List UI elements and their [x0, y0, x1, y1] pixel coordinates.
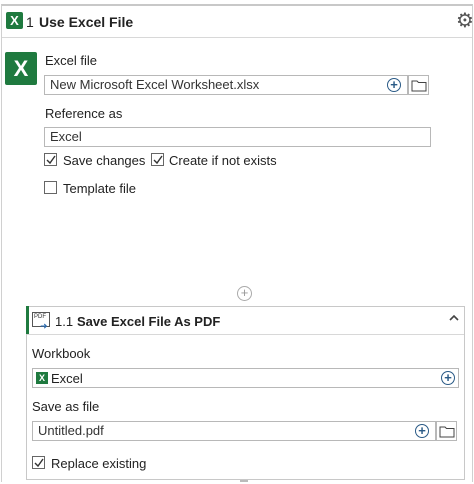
add-variable-icon[interactable]: + [415, 424, 429, 438]
activity-number: 1 [26, 14, 34, 30]
child-activity-number: 1.1 [55, 314, 74, 329]
save-excel-as-pdf-activity [26, 306, 465, 480]
gear-icon[interactable]: ⚙ [455, 11, 474, 31]
inner-header-divider [27, 334, 464, 335]
add-variable-icon[interactable]: + [441, 371, 455, 385]
excel-icon: X [36, 372, 48, 384]
add-activity-icon[interactable]: + [237, 286, 252, 301]
template-file-label: Template file [63, 181, 136, 196]
check-icon [153, 155, 163, 165]
check-icon [34, 458, 44, 468]
browse-folder-button[interactable] [436, 421, 457, 441]
create-if-not-exists-checkbox[interactable] [151, 153, 164, 166]
replace-existing-label: Replace existing [51, 456, 147, 471]
workbook-field[interactable] [32, 368, 459, 388]
activity-title[interactable]: Use Excel File [39, 14, 133, 30]
header-divider [2, 37, 472, 38]
save-as-field[interactable]: Untitled.pdf [32, 421, 436, 441]
reference-field[interactable]: Excel [44, 127, 431, 147]
excel-file-label: Excel file [45, 53, 98, 68]
excel-file-value: New Microsoft Excel Worksheet.xlsx [50, 77, 260, 92]
workbook-value: Excel [51, 371, 83, 386]
save-changes-label: Save changes [63, 153, 146, 168]
resize-handle[interactable] [240, 480, 248, 482]
workbook-label: Workbook [32, 346, 91, 361]
folder-icon [411, 80, 427, 92]
chevron-up-icon[interactable] [446, 310, 462, 326]
activity-accent-bar [26, 306, 29, 334]
folder-icon [439, 426, 455, 438]
replace-existing-checkbox[interactable] [32, 456, 45, 469]
save-as-label: Save as file [32, 399, 100, 414]
create-if-not-exists-label: Create if not exists [169, 153, 277, 168]
add-variable-icon[interactable]: + [387, 78, 401, 92]
save-as-value: Untitled.pdf [38, 423, 104, 438]
excel-file-field[interactable]: New Microsoft Excel Worksheet.xlsx [44, 75, 408, 95]
reference-label: Reference as [45, 106, 123, 121]
arrow-right-icon: ➜ [40, 321, 48, 331]
template-file-checkbox[interactable] [44, 181, 57, 194]
excel-large-icon: X [5, 52, 37, 85]
excel-icon: X [6, 12, 23, 29]
child-activity-title[interactable]: Save Excel File As PDF [77, 314, 220, 329]
browse-folder-button[interactable] [408, 75, 429, 95]
save-changes-checkbox[interactable] [44, 153, 57, 166]
check-icon [46, 155, 56, 165]
reference-value: Excel [50, 129, 82, 144]
